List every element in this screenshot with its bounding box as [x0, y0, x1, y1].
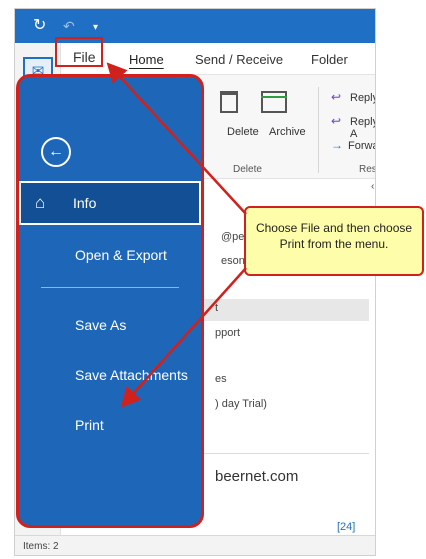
backstage-item-open-export[interactable]: Open & Export: [19, 233, 201, 277]
callout-text: Choose File and then choose Print from t…: [255, 221, 413, 251]
archive-button-label[interactable]: Archive: [269, 126, 306, 138]
reply-button-label[interactable]: Reply: [350, 92, 375, 104]
backstage-divider: [41, 287, 179, 288]
instruction-callout: Choose File and then choose Print from t…: [244, 206, 424, 276]
home-icon: ⌂: [35, 193, 46, 212]
backstage-item-print[interactable]: Print: [19, 403, 201, 447]
ribbon-separator: [318, 87, 319, 173]
file-backstage-menu: ← ⌂ Info Open & Export Save As Save Atta…: [16, 74, 204, 528]
item-count-status: Items: 2: [23, 541, 59, 552]
delete-icon[interactable]: [220, 91, 238, 113]
sync-icon[interactable]: ↻: [33, 17, 46, 35]
back-arrow-icon[interactable]: ←: [41, 137, 71, 167]
backstage-item-save-as[interactable]: Save As: [19, 303, 201, 347]
reply-all-button-label[interactable]: Reply A: [350, 116, 375, 140]
status-bar: Items: 2: [15, 535, 375, 555]
backstage-item-save-attachments[interactable]: Save Attachments: [19, 353, 201, 397]
reply-all-icon[interactable]: ↩: [331, 114, 341, 128]
selected-message-highlight: [203, 299, 369, 321]
respond-group-label: Respo: [359, 164, 375, 175]
archive-icon[interactable]: [261, 91, 287, 113]
collapse-chevron-icon[interactable]: ‹: [371, 181, 374, 192]
forward-icon[interactable]: →: [331, 138, 343, 152]
delete-group-label: Delete: [233, 164, 262, 175]
ribbon-tabs: File Home Send / Receive Folder ‣: [61, 43, 376, 75]
forward-button-label[interactable]: Forwarc: [348, 140, 375, 152]
tab-folder[interactable]: Folder: [311, 52, 348, 67]
message-fragment[interactable]: ) day Trial): [215, 398, 267, 410]
tab-overflow-icon: ‣: [375, 54, 376, 65]
backstage-item-label: Info: [73, 195, 97, 211]
tab-send-receive[interactable]: Send / Receive: [195, 52, 283, 67]
backstage-item-info[interactable]: ⌂ Info: [19, 181, 201, 225]
message-divider: [203, 453, 369, 454]
message-sender-email[interactable]: beernet.com: [215, 468, 298, 485]
tab-home[interactable]: Home: [129, 52, 164, 67]
unread-count-badge: [24]: [337, 521, 356, 533]
file-tab-highlight-box: [55, 37, 103, 67]
reply-icon[interactable]: ↩: [331, 90, 341, 104]
message-fragment[interactable]: es: [215, 373, 227, 385]
message-fragment[interactable]: pport: [215, 327, 240, 339]
delete-button-label[interactable]: Delete: [227, 126, 259, 138]
message-fragment[interactable]: t: [215, 302, 218, 314]
screenshot-stage: ↻ ↶ ▾ ✉ File Home Send / Receive Folder …: [0, 0, 426, 559]
undo-icon[interactable]: ↶: [63, 17, 75, 35]
customize-dropdown-icon[interactable]: ▾: [93, 19, 98, 37]
